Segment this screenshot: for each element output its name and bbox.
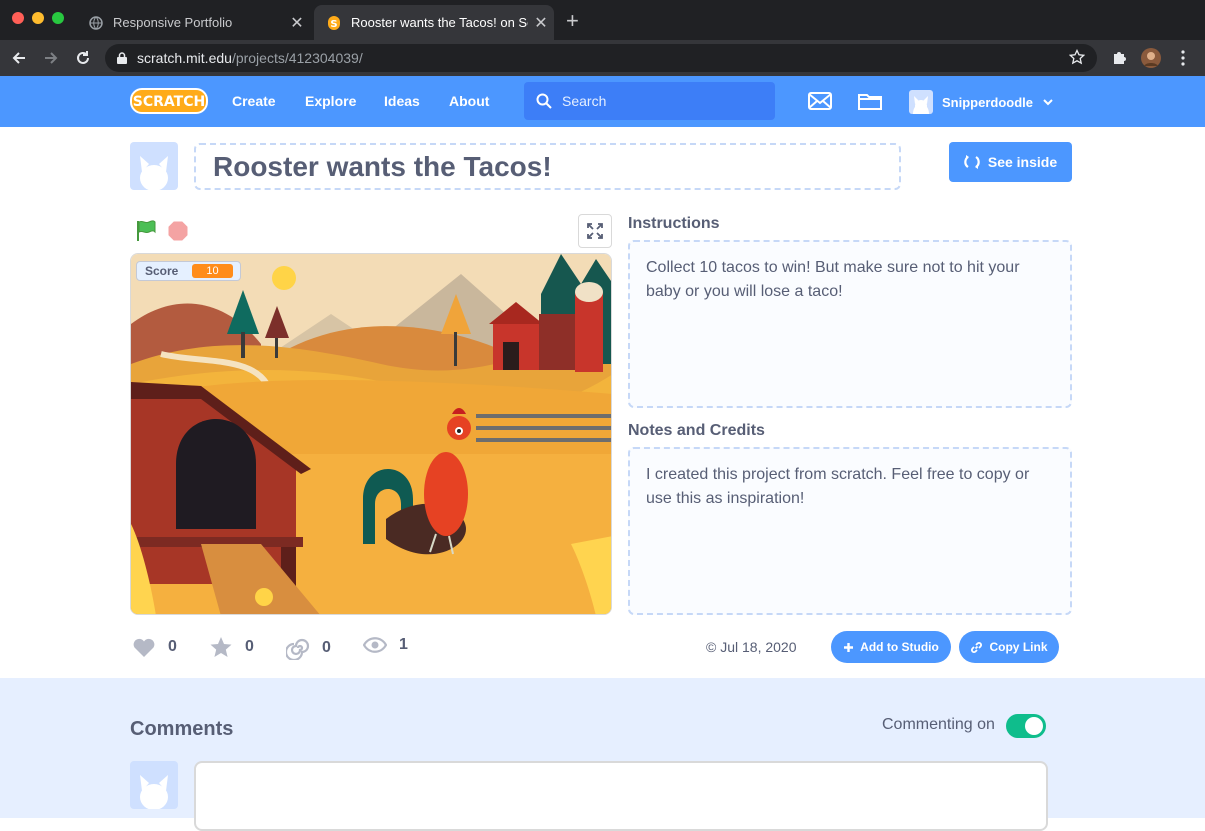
green-flag-icon[interactable] <box>135 220 157 247</box>
nav-ideas-link[interactable]: Ideas <box>384 93 420 109</box>
love-count: 0 <box>168 638 177 655</box>
farm-scene-image <box>131 254 611 614</box>
scratch-logo[interactable]: SCRATCH <box>130 88 208 114</box>
share-date: © Jul 18, 2020 <box>706 639 797 655</box>
nav-about-link[interactable]: About <box>449 93 489 109</box>
score-label: Score <box>145 264 179 278</box>
close-tab-icon[interactable]: ✕ <box>284 13 310 33</box>
love-stat[interactable]: 0 <box>132 636 177 658</box>
star-icon <box>209 636 233 658</box>
globe-icon <box>88 15 104 31</box>
views-count: 1 <box>399 636 408 653</box>
svg-text:SCRATCH: SCRATCH <box>133 94 205 110</box>
remix-count: 0 <box>322 639 331 656</box>
url-field[interactable]: scratch.mit.edu/projects/412304039/ <box>105 44 1097 72</box>
search-box[interactable] <box>524 82 775 120</box>
commenting-toggle[interactable] <box>1006 714 1046 738</box>
maximize-window-button[interactable] <box>52 12 64 24</box>
browser-menu-icon[interactable] <box>1172 47 1194 69</box>
url-host: scratch.mit.edu <box>137 50 232 66</box>
add-to-studio-label: Add to Studio <box>860 640 939 654</box>
plus-icon <box>843 642 854 653</box>
my-stuff-folder-icon[interactable] <box>858 91 882 116</box>
url-path: /projects/412304039/ <box>231 50 363 66</box>
remix-stat: 0 <box>286 636 331 660</box>
comment-input[interactable] <box>194 761 1048 831</box>
bookmark-star-icon[interactable] <box>1068 48 1086 68</box>
tab-title: Responsive Portfolio <box>113 15 233 30</box>
copy-link-button[interactable]: Copy Link <box>959 631 1059 663</box>
chevron-down-icon <box>1043 98 1053 106</box>
search-icon <box>536 93 552 109</box>
project-page: Rooster wants the Tacos! See inside Scor… <box>0 127 1205 678</box>
expand-icon <box>587 223 603 239</box>
address-bar-row: scratch.mit.edu/projects/412304039/ <box>0 40 1205 76</box>
project-title-field[interactable]: Rooster wants the Tacos! <box>194 143 901 190</box>
copy-link-label: Copy Link <box>989 640 1048 654</box>
new-tab-button[interactable]: + <box>566 10 579 32</box>
stop-icon[interactable] <box>168 221 188 246</box>
instructions-heading: Instructions <box>628 215 720 232</box>
close-tab-icon[interactable]: ✕ <box>528 13 554 33</box>
heart-icon <box>132 636 156 658</box>
commenting-label: Commenting on <box>882 716 995 733</box>
remix-swirl-icon <box>286 636 310 660</box>
comments-section: Comments Commenting on <box>0 678 1205 831</box>
back-arrow-icon[interactable] <box>8 47 30 69</box>
see-inside-label: See inside <box>987 154 1058 170</box>
messages-envelope-icon[interactable] <box>808 91 832 116</box>
nav-create-link[interactable]: Create <box>232 93 276 109</box>
scratch-navbar: SCRATCH Create Explore Ideas About Snipp… <box>0 76 1205 127</box>
views-stat: 1 <box>363 636 408 654</box>
svg-text:S: S <box>330 19 337 30</box>
project-stage[interactable]: Score 10 <box>130 253 612 615</box>
nav-explore-link[interactable]: Explore <box>305 93 356 109</box>
comments-heading: Comments <box>130 718 234 740</box>
link-icon <box>970 641 983 654</box>
scratch-favicon-icon: S <box>326 15 342 31</box>
profile-avatar[interactable] <box>1140 47 1162 69</box>
avatar <box>130 761 178 809</box>
toggle-knob <box>1025 717 1043 735</box>
instructions-field[interactable]: Collect 10 tacos to win! But make sure n… <box>628 240 1072 408</box>
notes-field[interactable]: I created this project from scratch. Fee… <box>628 447 1072 615</box>
extensions-puzzle-icon[interactable] <box>1108 47 1130 69</box>
search-input[interactable] <box>562 93 762 109</box>
favorite-count: 0 <box>245 638 254 655</box>
avatar[interactable] <box>130 142 178 190</box>
add-to-studio-button[interactable]: Add to Studio <box>831 631 951 663</box>
see-inside-button[interactable]: See inside <box>949 142 1072 182</box>
close-window-button[interactable] <box>12 12 24 24</box>
reload-icon[interactable] <box>72 47 94 69</box>
score-monitor: Score 10 <box>136 261 241 281</box>
browser-tab-portfolio[interactable]: Responsive Portfolio ✕ <box>78 5 310 40</box>
eye-icon <box>363 636 387 654</box>
remix-arrows-icon <box>964 154 980 170</box>
fullscreen-button[interactable] <box>578 214 612 248</box>
favorite-stat[interactable]: 0 <box>209 636 254 658</box>
browser-tab-bar: Responsive Portfolio ✕ S Rooster wants t… <box>0 0 1205 40</box>
tab-title: Rooster wants the Tacos! on Scratch <box>351 15 528 30</box>
browser-tab-scratch[interactable]: S Rooster wants the Tacos! on Scratch ✕ <box>314 5 554 40</box>
username: Snipperdoodle <box>942 94 1033 110</box>
user-menu[interactable]: Snipperdoodle <box>909 90 1053 114</box>
lock-icon <box>117 52 127 64</box>
minimize-window-button[interactable] <box>32 12 44 24</box>
avatar <box>909 90 933 114</box>
notes-heading: Notes and Credits <box>628 422 765 439</box>
score-value: 10 <box>192 264 233 278</box>
forward-arrow-icon[interactable] <box>40 47 62 69</box>
